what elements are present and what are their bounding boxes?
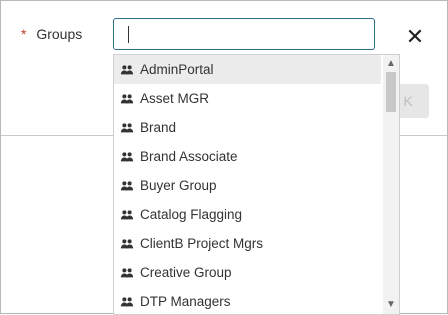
group-icon [120,296,134,306]
groups-label: Groups [36,26,83,42]
option-clientb-project-mgrs[interactable]: ClientB Project Mgrs [114,229,381,258]
groups-search-input[interactable] [113,18,375,50]
option-brand-associate[interactable]: Brand Associate [114,142,381,171]
group-icon [120,209,134,219]
scrollbar-thumb[interactable] [386,72,396,112]
scroll-up-icon[interactable]: ▲ [386,59,396,69]
dropdown-scrollbar[interactable]: ▲ ▼ [383,55,399,314]
group-icon [120,64,134,74]
option-label: Creative Group [140,265,232,280]
option-label: Asset MGR [140,91,210,106]
option-label: Buyer Group [140,178,217,193]
group-icon [120,151,134,161]
option-label: DTP Managers [140,294,231,309]
groups-dropdown[interactable]: AdminPortal Asset MGR Brand Brand Associ… [113,54,400,315]
option-dtp-managers[interactable]: DTP Managers [114,287,381,314]
scroll-down-icon[interactable]: ▼ [386,300,396,310]
option-label: Catalog Flagging [140,207,243,222]
group-icon [120,267,134,277]
group-icon [120,238,134,248]
option-buyer-group[interactable]: Buyer Group [114,171,381,200]
dialog-frame: * Groups ✕ K AdminPortal Asset MGR Brand… [0,0,448,315]
required-marker: * [21,26,27,42]
group-icon [120,93,134,103]
option-label: ClientB Project Mgrs [140,236,264,251]
option-label: AdminPortal [140,62,214,77]
group-icon [120,180,134,190]
option-adminportal[interactable]: AdminPortal [114,55,381,84]
close-icon[interactable]: ✕ [405,26,425,48]
option-label: Brand Associate [140,149,238,164]
option-catalog-flagging[interactable]: Catalog Flagging [114,200,381,229]
text-caret [128,26,129,43]
dropdown-options: AdminPortal Asset MGR Brand Brand Associ… [114,55,381,314]
option-asset-mgr[interactable]: Asset MGR [114,84,381,113]
option-brand[interactable]: Brand [114,113,381,142]
group-icon [120,122,134,132]
option-label: Brand [140,120,177,135]
option-creative-group[interactable]: Creative Group [114,258,381,287]
groups-field-label: * Groups [21,26,82,42]
